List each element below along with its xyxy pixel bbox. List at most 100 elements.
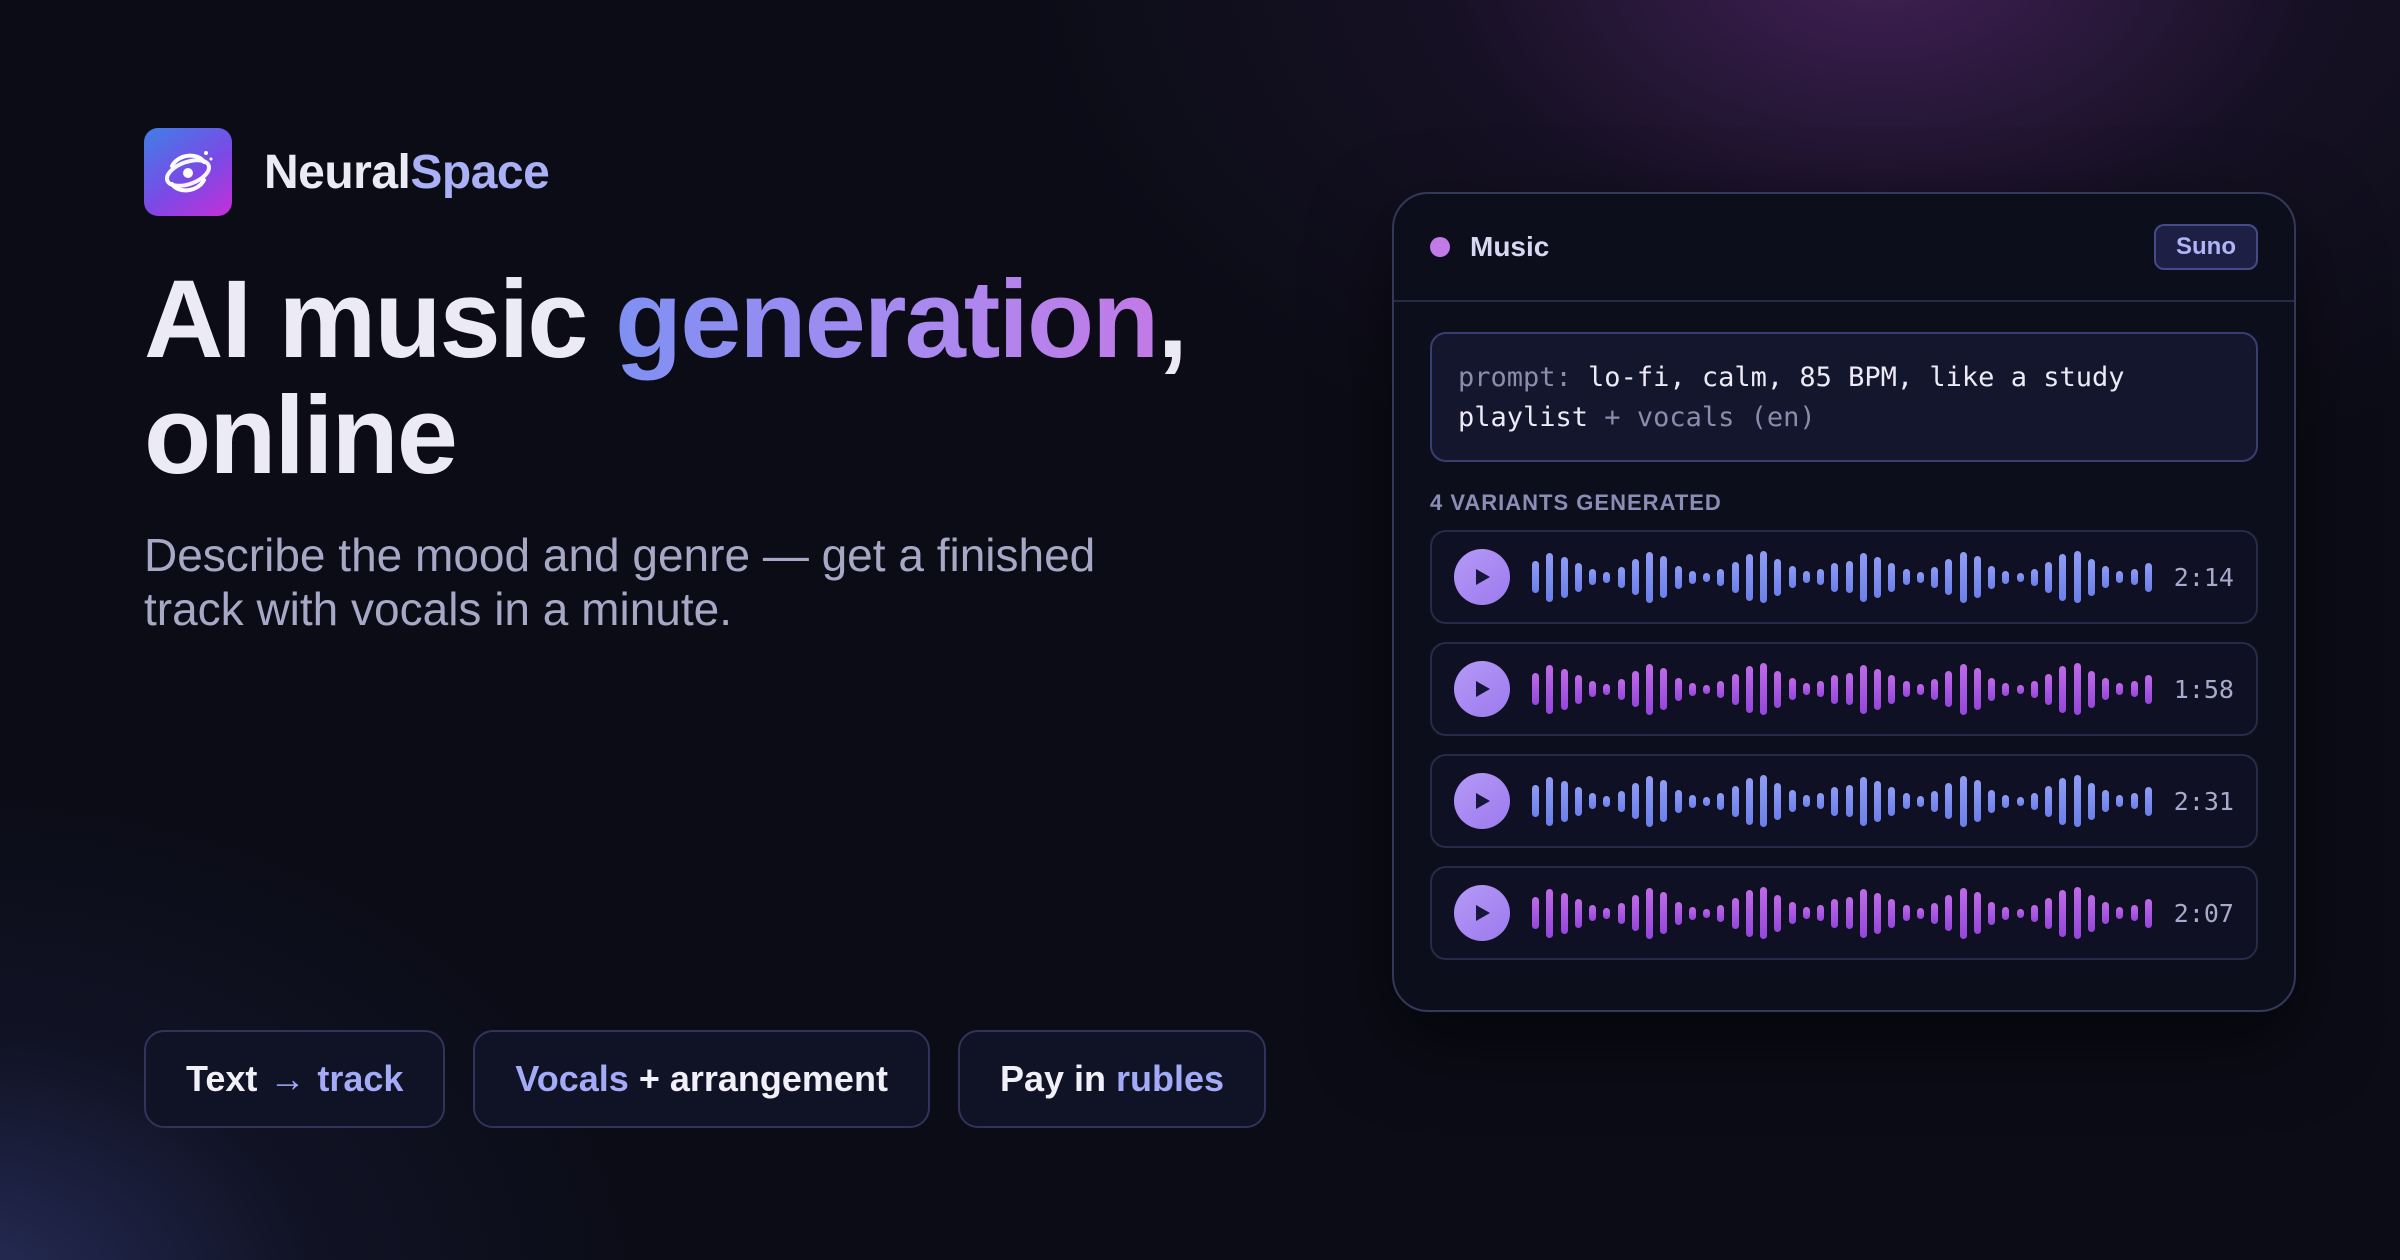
card-header: Music Suno <box>1394 194 2294 302</box>
waveform-bar <box>1831 562 1839 592</box>
waveform[interactable] <box>1532 549 2152 605</box>
waveform-bar <box>1660 668 1668 710</box>
waveform-bar <box>1859 552 1867 602</box>
waveform-bar <box>1959 775 1967 827</box>
waveform-bar <box>1959 551 1967 603</box>
waveform-bar <box>2002 570 2010 584</box>
waveform-bar <box>1546 776 1554 826</box>
waveform-bar <box>2059 665 2067 713</box>
music-generation-card: Music Suno prompt: lo-fi, calm, 85 BPM, … <box>1392 192 2296 1012</box>
waveform-bar <box>1617 566 1625 588</box>
waveform-bar <box>2087 558 2095 596</box>
prompt-box[interactable]: prompt: lo-fi, calm, 85 BPM, like a stud… <box>1430 332 2258 462</box>
waveform-bar <box>1845 673 1853 705</box>
waveform-bar <box>1603 571 1611 583</box>
waveform-bar <box>1674 565 1682 589</box>
waveform-bar <box>1788 678 1796 700</box>
waveform-bar <box>1802 683 1810 695</box>
track-duration: 2:14 <box>2173 562 2234 592</box>
waveform-bar <box>2130 905 2138 921</box>
waveform-bar <box>1546 888 1554 938</box>
waveform-bar <box>1688 794 1696 808</box>
waveform-bar <box>1745 553 1753 601</box>
waveform-bar <box>1532 785 1539 817</box>
waveform[interactable] <box>1532 885 2152 941</box>
waveform-bar <box>2087 782 2095 820</box>
waveform-bar <box>2045 897 2052 929</box>
page-title: AI music generation, online <box>144 262 1188 494</box>
waveform-bar <box>1888 786 1896 816</box>
waveform-bar <box>1646 887 1653 939</box>
waveform-bar <box>1916 795 1924 807</box>
feature-chip-text-to-track[interactable]: Text → track <box>144 1030 446 1128</box>
track-row[interactable]: 1:58 <box>1430 642 2258 736</box>
waveform-bar <box>1731 673 1739 705</box>
waveform-bar <box>1817 905 1824 921</box>
play-icon <box>1476 681 1490 697</box>
feature-chip-vocals[interactable]: Vocals + arrangement <box>473 1030 930 1128</box>
waveform-bar <box>1931 678 1938 700</box>
waveform-bar <box>2045 561 2052 593</box>
waveform-bar <box>1532 673 1539 705</box>
waveform-bar <box>2030 568 2038 586</box>
waveform-bar <box>1560 892 1568 934</box>
waveform[interactable] <box>1532 661 2152 717</box>
waveform-bar <box>2073 887 2081 939</box>
galaxy-swirl-icon <box>144 128 232 216</box>
brand-name-part2: Space <box>410 145 550 199</box>
track-row[interactable]: 2:07 <box>1430 866 2258 960</box>
waveform-bar <box>1603 795 1611 807</box>
waveform-bar <box>2116 795 2124 807</box>
arrow-right-icon: → <box>269 1058 306 1099</box>
waveform-bar <box>1831 674 1839 704</box>
waveform-bar <box>1660 780 1668 822</box>
track-duration: 2:07 <box>2173 898 2234 928</box>
feature-chip-rubles[interactable]: Pay in rubles <box>957 1030 1267 1128</box>
waveform-bar <box>1646 775 1653 827</box>
play-button[interactable] <box>1454 773 1510 829</box>
title-comma: , <box>1157 258 1188 381</box>
waveform-bar <box>1603 907 1611 919</box>
track-row[interactable]: 2:14 <box>1430 530 2258 624</box>
waveform-bar <box>1688 682 1696 696</box>
play-button[interactable] <box>1454 549 1510 605</box>
waveform-bar <box>1717 904 1725 922</box>
waveform-bar <box>1731 561 1739 593</box>
waveform-bar <box>1589 681 1596 697</box>
waveform-bar <box>2016 572 2024 582</box>
brand-name: NeuralSpace <box>264 145 550 200</box>
waveform-bar <box>1574 898 1582 928</box>
waveform-bar <box>1973 780 1981 822</box>
waveform-bar <box>2144 786 2152 816</box>
waveform-bar <box>1631 671 1639 707</box>
waveform-bar <box>1788 566 1796 588</box>
track-row[interactable]: 2:31 <box>1430 754 2258 848</box>
waveform-bar <box>1902 569 1910 585</box>
waveform-bar <box>1703 572 1710 582</box>
waveform-bar <box>2030 904 2038 922</box>
waveform-bar <box>1703 684 1710 694</box>
waveform[interactable] <box>1532 773 2152 829</box>
waveform-bar <box>1631 895 1639 931</box>
waveform-bar <box>2030 792 2038 810</box>
waveform-bar <box>1916 683 1924 695</box>
waveform-bar <box>1560 556 1568 598</box>
play-button[interactable] <box>1454 885 1510 941</box>
waveform-bar <box>1589 569 1596 585</box>
waveform-bar <box>1703 796 1710 806</box>
brand[interactable]: NeuralSpace <box>144 128 550 216</box>
waveform-bar <box>1674 789 1682 813</box>
waveform-bar <box>2016 684 2024 694</box>
waveform-bar <box>1902 793 1910 809</box>
waveform-bar <box>1703 908 1710 918</box>
waveform-bar <box>1603 683 1611 695</box>
waveform-bar <box>1888 674 1896 704</box>
prompt-label: prompt: <box>1458 362 1572 393</box>
waveform-bar <box>1745 889 1753 937</box>
waveform-bar <box>1660 556 1668 598</box>
play-button[interactable] <box>1454 661 1510 717</box>
waveform-bar <box>1731 785 1739 817</box>
waveform-bar <box>1845 561 1853 593</box>
hero-subtitle: Describe the mood and genre — get a fini… <box>144 529 1096 635</box>
waveform-bar <box>1845 785 1853 817</box>
